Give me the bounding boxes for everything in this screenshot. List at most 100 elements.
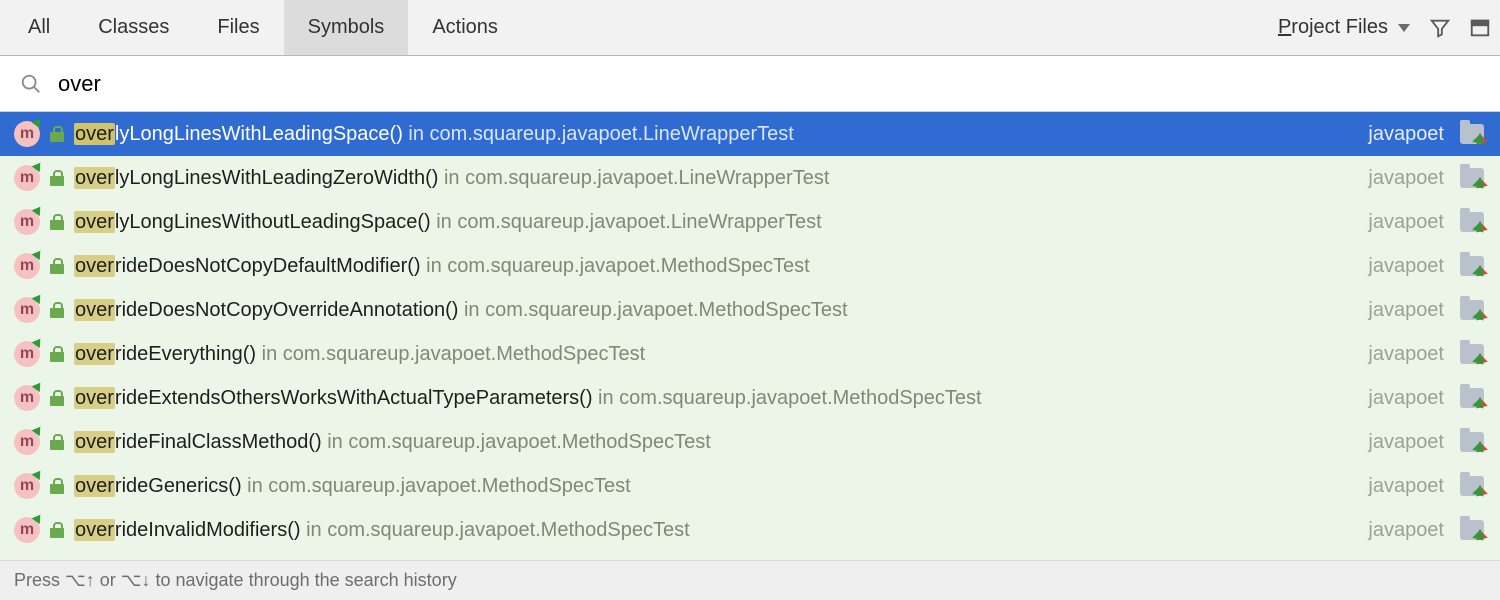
result-name-rest: lyLongLinesWithoutLeadingSpace()	[115, 211, 431, 233]
result-module: javapoet	[1368, 255, 1450, 278]
result-row[interactable]: m overrideEverything() in com.squareup.ja…	[0, 332, 1500, 376]
visibility-icon	[50, 170, 64, 186]
result-match: over	[74, 255, 115, 277]
visibility-icon	[50, 126, 64, 142]
result-match: over	[74, 299, 115, 321]
result-text: overlyLongLinesWithLeadingSpace() in com…	[74, 123, 1358, 146]
tabbar-spacer	[522, 0, 1268, 55]
runnable-arrow-icon	[32, 380, 45, 392]
open-in-toolwindow-icon[interactable]	[1460, 0, 1500, 55]
result-row[interactable]: m overlyLongLinesWithLeadingSpace() in co…	[0, 112, 1500, 156]
visibility-icon	[50, 478, 64, 494]
result-row[interactable]: moverrideGenerics() in com.squareup.java…	[0, 464, 1500, 508]
visibility-icon	[50, 346, 64, 362]
method-icon: m	[14, 121, 40, 147]
result-name-rest: rideDoesNotCopyOverrideAnnotation()	[115, 299, 459, 321]
result-module: javapoet	[1368, 343, 1450, 366]
result-match: over	[74, 475, 115, 497]
runnable-arrow-icon	[32, 248, 45, 260]
result-location: in com.squareup.javapoet.MethodSpecTest	[592, 387, 981, 409]
result-name-rest: rideGenerics()	[115, 475, 242, 497]
tab-actions[interactable]: Actions	[408, 0, 522, 55]
tab-all[interactable]: All	[4, 0, 74, 55]
method-icon: m	[14, 165, 40, 191]
results-list[interactable]: moverlyLongLinesWithLeadingSpace() in co…	[0, 112, 1500, 560]
result-match: over	[74, 167, 115, 189]
method-icon: m	[14, 429, 40, 455]
runnable-arrow-icon	[32, 160, 45, 172]
runnable-arrow-icon	[32, 292, 45, 304]
result-location: in com.squareup.javapoet.MethodSpecTest	[421, 255, 810, 277]
result-row[interactable]: m overrideDoesNotCopyOverrideAnnotation()…	[0, 288, 1500, 332]
result-location: in com.squareup.javapoet.LineWrapperTest	[438, 167, 829, 189]
scope-label: Project Files	[1278, 16, 1388, 39]
tab-files[interactable]: Files	[193, 0, 283, 55]
result-row[interactable]: moverlyLongLinesWithoutLeadingSpace() in…	[0, 200, 1500, 244]
result-text: overrideEverything() in com.squareup.jav…	[74, 343, 1358, 366]
search-input-wrap[interactable]	[58, 69, 1480, 99]
result-location: in com.squareup.javapoet.MethodSpecTest	[301, 519, 690, 541]
result-text: overrideDoesNotCopyDefaultModifier() in …	[74, 255, 1358, 278]
result-location: in com.squareup.javapoet.MethodSpecTest	[242, 475, 631, 497]
runnable-arrow-icon	[32, 424, 45, 436]
result-location: in com.squareup.javapoet.MethodSpecTest	[256, 343, 645, 365]
test-sources-folder-icon	[1460, 476, 1484, 496]
test-sources-folder-icon	[1460, 520, 1484, 540]
test-sources-folder-icon	[1460, 388, 1484, 408]
visibility-icon	[50, 522, 64, 538]
test-sources-folder-icon	[1460, 256, 1484, 276]
result-location: in com.squareup.javapoet.LineWrapperTest	[431, 211, 822, 233]
result-location: in com.squareup.javapoet.MethodSpecTest	[322, 431, 711, 453]
method-icon: m	[14, 341, 40, 367]
search-tabs: All Classes Files Symbols Actions Projec…	[0, 0, 1500, 56]
search-input[interactable]	[58, 69, 1480, 99]
result-name-rest: rideFinalClassMethod()	[115, 431, 322, 453]
result-text: overrideExtendsOthersWorksWithActualType…	[74, 387, 1358, 410]
result-text: overrideDoesNotCopyOverrideAnnotation() …	[74, 299, 1358, 322]
result-name-rest: lyLongLinesWithLeadingSpace()	[115, 123, 403, 145]
method-icon: m	[14, 297, 40, 323]
visibility-icon	[50, 434, 64, 450]
tab-symbols[interactable]: Symbols	[284, 0, 409, 55]
search-icon	[20, 73, 42, 95]
result-text: overrideInvalidModifiers() in com.square…	[74, 519, 1358, 542]
test-sources-folder-icon	[1460, 168, 1484, 188]
method-icon: m	[14, 209, 40, 235]
footer-hint: Press ⌥↑ or ⌥↓ to navigate through the s…	[0, 560, 1500, 600]
scope-picker[interactable]: Project Files	[1268, 0, 1420, 55]
test-sources-folder-icon	[1460, 344, 1484, 364]
result-match: over	[74, 519, 115, 541]
method-icon: m	[14, 253, 40, 279]
result-module: javapoet	[1368, 123, 1450, 146]
test-sources-folder-icon	[1460, 212, 1484, 232]
result-match: over	[74, 431, 115, 453]
runnable-arrow-icon	[32, 512, 45, 524]
test-sources-folder-icon	[1460, 124, 1484, 144]
visibility-icon	[50, 302, 64, 318]
result-location: in com.squareup.javapoet.MethodSpecTest	[458, 299, 847, 321]
result-text: overlyLongLinesWithLeadingZeroWidth() in…	[74, 167, 1358, 190]
result-match: over	[74, 123, 115, 145]
result-match: over	[74, 343, 115, 365]
result-name-rest: rideInvalidModifiers()	[115, 519, 301, 541]
method-icon: m	[14, 385, 40, 411]
runnable-arrow-icon	[32, 468, 45, 480]
result-row[interactable]: m overrideExtendsOthersWorksWithActualTyp…	[0, 376, 1500, 420]
method-icon: m	[14, 517, 40, 543]
tab-classes[interactable]: Classes	[74, 0, 193, 55]
visibility-icon	[50, 258, 64, 274]
result-name-rest: rideDoesNotCopyDefaultModifier()	[115, 255, 421, 277]
result-text: overrideFinalClassMethod() in com.square…	[74, 431, 1358, 454]
result-text: overrideGenerics() in com.squareup.javap…	[74, 475, 1358, 498]
result-module: javapoet	[1368, 475, 1450, 498]
result-row[interactable]: m overrideFinalClassMethod() in com.squar…	[0, 420, 1500, 464]
result-row[interactable]: m overlyLongLinesWithLeadingZeroWidth() i…	[0, 156, 1500, 200]
result-row[interactable]: m overrideDoesNotCopyDefaultModifier() in…	[0, 244, 1500, 288]
result-row[interactable]: m overrideInvalidModifiers() in com.squar…	[0, 508, 1500, 552]
filter-icon[interactable]	[1420, 0, 1460, 55]
chevron-down-icon	[1398, 24, 1410, 32]
runnable-arrow-icon	[32, 116, 45, 128]
result-module: javapoet	[1368, 211, 1450, 234]
test-sources-folder-icon	[1460, 300, 1484, 320]
result-module: javapoet	[1368, 519, 1450, 542]
